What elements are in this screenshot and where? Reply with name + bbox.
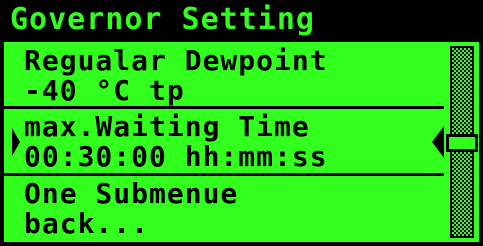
menu-item-one-submenu-back[interactable]: One Submenue back... (4, 175, 444, 241)
scrollbar-thumb[interactable] (446, 134, 478, 152)
scroll-position-arrow-icon (432, 126, 444, 158)
page-title: Governor Setting (10, 2, 315, 37)
menu-item-max-waiting-time[interactable]: max.Waiting Time 00:30:00 hh:mm:ss (4, 108, 444, 174)
selection-cursor-icon (12, 128, 20, 156)
menu-item-label: One Submenue (24, 177, 239, 210)
menu-item-regular-dewpoint[interactable]: Regualar Dewpoint -40 °C tp (4, 42, 444, 108)
governor-setting-screen: Governor Setting Regualar Dewpoint -40 °… (0, 0, 483, 246)
menu-item-value: -40 °C tp (24, 74, 185, 107)
menu-panel: Regualar Dewpoint -40 °C tp max.Waiting … (4, 42, 479, 242)
menu-item-value: back... (24, 207, 150, 240)
menu-item-value: 00:30:00 hh:mm:ss (24, 140, 328, 173)
menu-item-label: Regualar Dewpoint (24, 44, 328, 77)
title-bar: Governor Setting (0, 0, 483, 40)
menu-item-label: max.Waiting Time (24, 110, 310, 143)
